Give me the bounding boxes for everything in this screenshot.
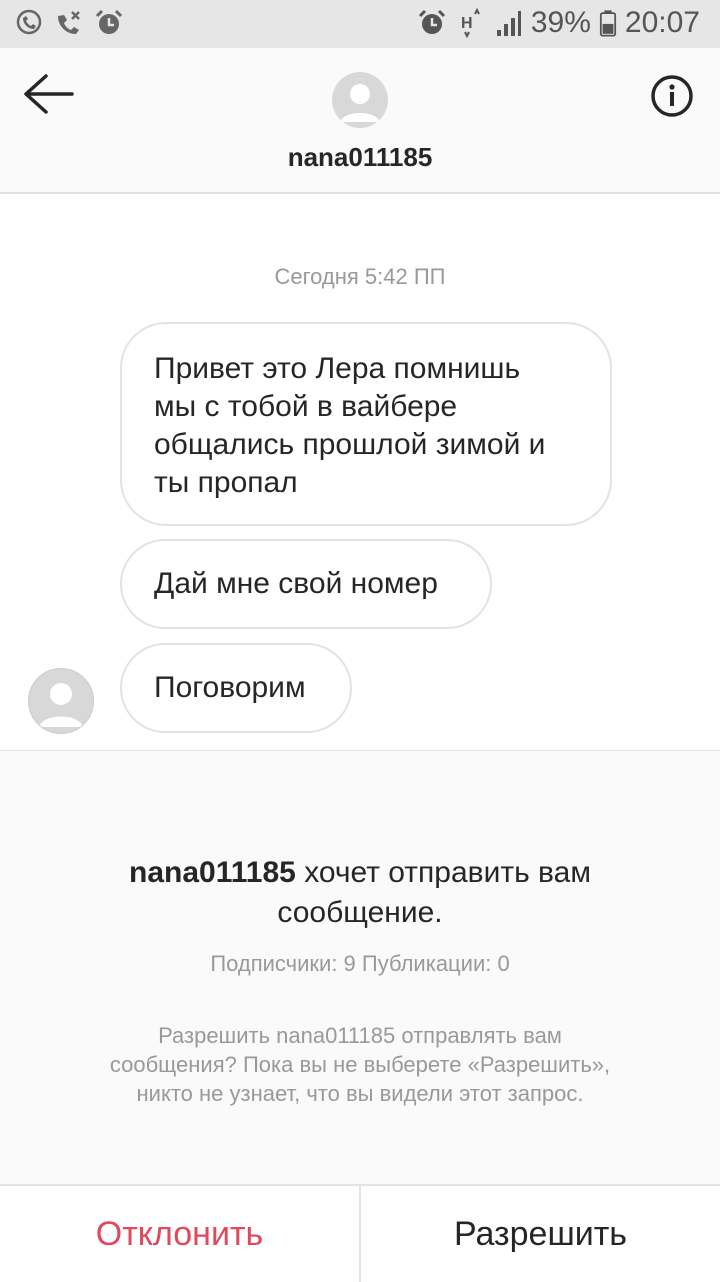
message-bubble: Привет это Лера помнишь мы с тобой в вай… [120,322,612,526]
accept-button[interactable]: Разрешить [361,1186,720,1282]
network-h-icon: H [461,8,480,38]
request-stats: Подписчики: 9 Публикации: 0 [210,951,510,976]
status-left [14,8,124,38]
missed-call-icon [58,11,80,34]
battery-icon [599,10,617,37]
message-timestamp: Сегодня 5:42 ПП [274,264,446,289]
message-line: мы с тобой в вайбере [154,390,458,423]
message-bubble: Поговорим [120,643,352,733]
message-line: ты пропал [154,466,298,499]
message-line: Привет это Лера помнишь [154,352,521,385]
profile-avatar-icon[interactable] [332,72,388,128]
info-icon[interactable] [650,74,694,118]
decline-button[interactable]: Отклонить [0,1186,361,1282]
request-username: nana011185 [129,856,296,889]
message-bubble: Дай мне свой номер [120,539,492,629]
message-line: общались прошлой зимой и [154,428,546,461]
request-title-line2: сообщение. [277,896,443,929]
request-description-line: никто не узнает, что вы видели этот запр… [136,1081,584,1106]
chat-header: nana011185 [0,48,720,194]
request-description: Разрешить nana011185 отправлять вам сооб… [70,1021,650,1108]
request-description-line: сообщения? Пока вы не выберете «Разрешит… [109,1052,611,1077]
header-username[interactable]: nana011185 [0,142,720,173]
request-title: nana011185 хочет отправить вам сообщение… [60,853,660,933]
message-request-panel: nana011185 хочет отправить вам сообщение… [0,750,720,1185]
request-actions: Отклонить Разрешить [0,1184,720,1282]
request-title-text: хочет отправить вам [295,856,591,889]
viber-icon [16,9,42,35]
svg-text:H: H [461,15,473,32]
status-right: H 39% 20:07 [417,6,700,40]
message-line: Дай мне свой номер [154,567,438,600]
battery-percent: 39% [530,6,591,39]
message-line: Поговорим [154,671,306,704]
sender-avatar-icon[interactable] [28,668,94,734]
back-arrow-icon[interactable] [22,72,74,116]
request-description-line: Разрешить nana011185 отправлять вам [158,1023,562,1048]
signal-icon [496,11,521,36]
alarm-icon [418,9,445,34]
clock: 20:07 [624,6,700,39]
alarm-icon [95,9,123,34]
status-bar: H 39% 20:07 [0,0,720,48]
